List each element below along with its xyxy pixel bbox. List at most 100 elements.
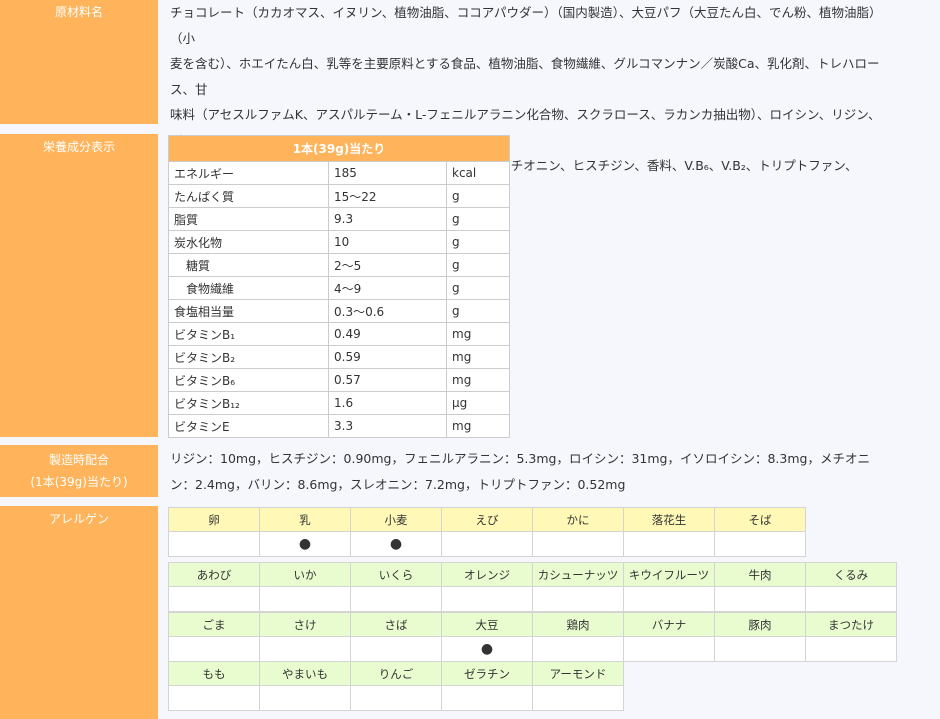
allergen-mark: ● [259, 531, 351, 557]
ingredients-label: 原材料名 [0, 0, 158, 124]
allergen-grid: ごま さけ さば 大豆 鶏肉 バナナ 豚肉 まつたけ ● [168, 612, 897, 662]
nutrient-value: 0.57 [328, 368, 447, 392]
allergen-name: やまいも [259, 661, 351, 686]
nutrient-value: 185 [328, 161, 447, 185]
nutrition-row: ビタミンB₁ 0.49 mg [168, 322, 510, 346]
nutrient-name: 食塩相当量 [168, 299, 329, 323]
allergen-mark [168, 685, 260, 711]
allergen-name: そば [714, 507, 806, 532]
nutrient-unit: mg [446, 414, 510, 438]
allergen-mark [714, 531, 806, 557]
nutrient-value: 0.49 [328, 322, 447, 346]
nutrition-row: たんぱく質 15～22 g [168, 184, 510, 208]
nutrition-row: ビタミンB₆ 0.57 mg [168, 368, 510, 392]
amino-label: 製造時配合 (1本(39g)当たり) [0, 445, 158, 497]
allergen-mark [259, 586, 351, 612]
nutrient-unit: g [446, 184, 510, 208]
allergen-mark: ● [441, 636, 533, 662]
allergen-name: 卵 [168, 507, 260, 532]
allergen-name: ごま [168, 612, 260, 637]
allergen-name: 落花生 [623, 507, 715, 532]
allergen-mark: ● [350, 531, 442, 557]
allergen-name: 小麦 [350, 507, 442, 532]
allergen-mark [441, 531, 533, 557]
nutrition-row: 脂質 9.3 g [168, 207, 510, 231]
nutrient-unit: g [446, 207, 510, 231]
allergen-mark [532, 685, 624, 711]
nutrition-table: 1本(39g)当たり エネルギー 185 kcal たんぱく質 15～22 g 脂質 9.3 g… [168, 135, 510, 438]
nutrient-unit: g [446, 253, 510, 277]
allergen-name: まつたけ [805, 612, 897, 637]
nutrition-row: 炭水化物 10 g [168, 230, 510, 254]
nutrient-unit: g [446, 299, 510, 323]
nutrition-row: ビタミンB₂ 0.59 mg [168, 345, 510, 369]
allergen-name: カシューナッツ [532, 562, 624, 587]
allergen-mark [350, 636, 442, 662]
nutrient-unit: mg [446, 345, 510, 369]
nutrient-value: 15～22 [328, 184, 447, 208]
allergen-mark [350, 586, 442, 612]
nutrient-value: 0.59 [328, 345, 447, 369]
allergen-mark [168, 636, 260, 662]
amino-line: リジン：10mg，ヒスチジン：0.90mg，フェニルアラニン：5.3mg，ロイシ… [170, 451, 870, 466]
nutrient-value: 3.3 [328, 414, 447, 438]
nutrient-unit: g [446, 230, 510, 254]
allergen-name: オレンジ [441, 562, 533, 587]
nutrient-name: たんぱく質 [168, 184, 329, 208]
nutrient-unit: mg [446, 322, 510, 346]
nutrient-value: 0.3～0.6 [328, 299, 447, 323]
nutrient-name: 脂質 [168, 207, 329, 231]
ingredients-line: チョコレート（カカオマス、イヌリン、植物油脂、ココアパウダー）（国内製造）、大豆… [170, 5, 882, 46]
allergen-name: ゼラチン [441, 661, 533, 686]
allergen-mark [532, 586, 624, 612]
allergen-name: りんご [350, 661, 442, 686]
allergen-name: さば [350, 612, 442, 637]
nutrient-unit: mg [446, 368, 510, 392]
allergen-name: 牛肉 [714, 562, 806, 587]
allergen-mark [441, 685, 533, 711]
allergen-name: えび [441, 507, 533, 532]
allergen-name: いくら [350, 562, 442, 587]
allergen-mark [168, 531, 260, 557]
nutrient-name: 食物繊維 [168, 276, 329, 300]
allergen-name: アーモンド [532, 661, 624, 686]
ingredients-line: 麦を含む）、ホエイたん白、乳等を主要原料とする食品、植物油脂、食物繊維、グルコマ… [170, 56, 880, 97]
nutrient-name: エネルギー [168, 161, 329, 185]
allergen-name: かに [532, 507, 624, 532]
allergen-mark [259, 636, 351, 662]
allergen-mark [805, 586, 897, 612]
allergen-mark [714, 586, 806, 612]
allergen-mark [532, 531, 624, 557]
nutrition-row: 食塩相当量 0.3～0.6 g [168, 299, 510, 323]
nutrition-row: ビタミンB₁₂ 1.6 μg [168, 391, 510, 415]
allergen-mark [441, 586, 533, 612]
nutrient-name: 炭水化物 [168, 230, 329, 254]
nutrient-value: 9.3 [328, 207, 447, 231]
allergen-name: 乳 [259, 507, 351, 532]
nutrient-unit: kcal [446, 161, 510, 185]
nutrition-row: エネルギー 185 kcal [168, 161, 510, 185]
nutrient-name: ビタミンB₁₂ [168, 391, 329, 415]
allergen-mark [623, 531, 715, 557]
allergen-mark [714, 636, 806, 662]
allergen-label: アレルゲン [0, 506, 158, 719]
allergen-name: あわび [168, 562, 260, 587]
allergen-mark [623, 636, 715, 662]
allergen-mark [623, 586, 715, 612]
allergen-name: 大豆 [441, 612, 533, 637]
allergen-name: さけ [259, 612, 351, 637]
allergen-grid: もも やまいも りんご ゼラチン アーモンド [168, 661, 624, 711]
allergen-name: いか [259, 562, 351, 587]
allergen-mark [259, 685, 351, 711]
nutrient-value: 4～9 [328, 276, 447, 300]
allergen-name: 鶏肉 [532, 612, 624, 637]
nutrition-row: 食物繊維 4～9 g [168, 276, 510, 300]
nutrient-name: ビタミンB₆ [168, 368, 329, 392]
allergen-grid: あわび いか いくら オレンジ カシューナッツ キウイフルーツ 牛肉 くるみ [168, 562, 897, 612]
nutrient-value: 10 [328, 230, 447, 254]
nutrient-name: ビタミンB₁ [168, 322, 329, 346]
allergen-name: キウイフルーツ [623, 562, 715, 587]
nutrient-value: 2～5 [328, 253, 447, 277]
allergen-name: バナナ [623, 612, 715, 637]
nutrition-header: 1本(39g)当たり [168, 135, 510, 162]
